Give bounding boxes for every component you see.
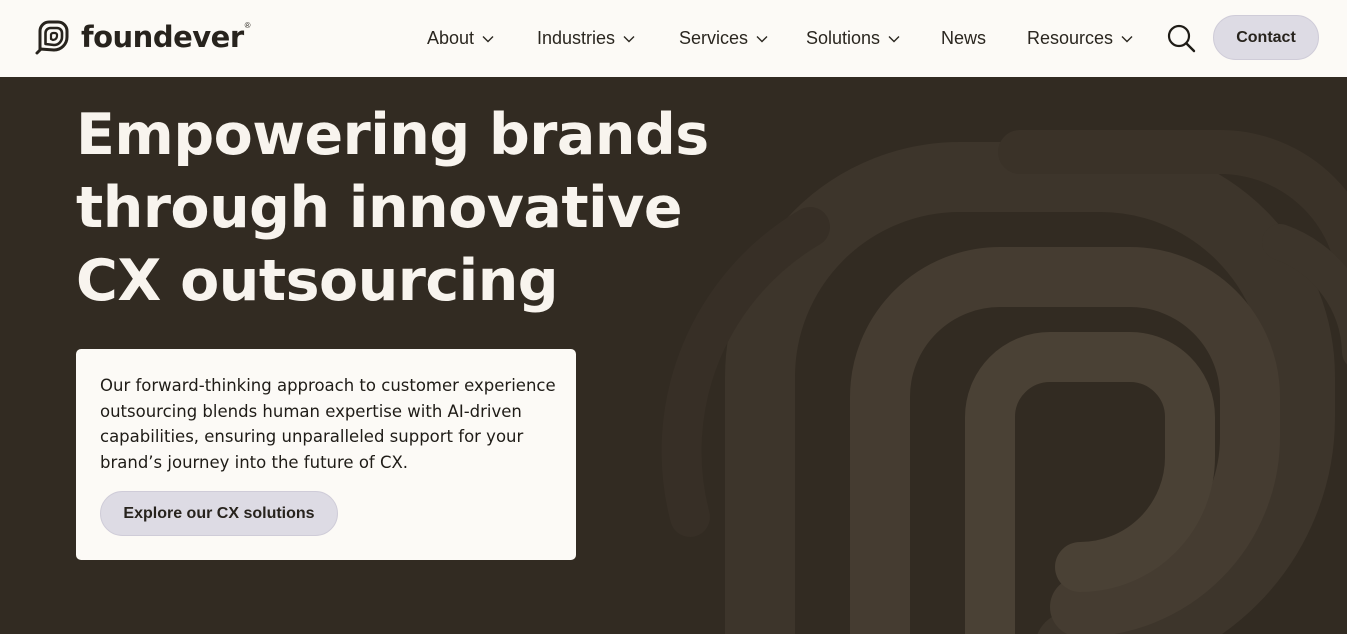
nav-item-about[interactable]: About [427,26,494,50]
search-icon[interactable] [1166,23,1196,53]
hero-headline: Empowering brands through innovative CX … [76,99,716,318]
chevron-down-icon [482,36,494,43]
chevron-down-icon [888,36,900,43]
nav-item-news[interactable]: News [941,26,986,50]
nav-item-label: News [941,27,987,48]
nav-item-services[interactable]: Services [679,26,768,50]
hero-info-card: Our forward-thinking approach to custome… [76,349,576,560]
brand-logo[interactable]: foundever ® [31,16,251,58]
nav-item-label: Resources [1027,27,1114,48]
foundever-logo-icon [35,20,69,55]
nav-item-label: About [427,27,475,48]
chevron-down-icon [1121,36,1133,43]
hero-section: Empowering brands through innovative CX … [0,77,1347,634]
nav-item-resources[interactable]: Resources [1027,26,1133,50]
hero-description: Our forward-thinking approach to custome… [100,376,556,472]
contact-button[interactable]: Contact [1213,15,1319,60]
registered-mark: ® [244,20,251,30]
chevron-down-icon [623,36,635,43]
nav-item-label: Industries [537,27,616,48]
chevron-down-icon [756,36,768,43]
headline-line: CX outsourcing [76,248,559,314]
headline-line: through innovative [76,175,682,241]
explore-cx-solutions-button[interactable]: Explore our CX solutions [100,491,338,536]
nav-item-solutions[interactable]: Solutions [806,26,900,50]
nav-item-industries[interactable]: Industries [537,26,635,50]
brand-name: foundever [81,19,244,54]
nav-item-label: Services [679,27,749,48]
headline-line: Empowering brands [76,102,709,168]
top-navigation-bar: foundever ® About Industries Services So… [0,0,1347,77]
nav-item-label: Solutions [806,27,881,48]
